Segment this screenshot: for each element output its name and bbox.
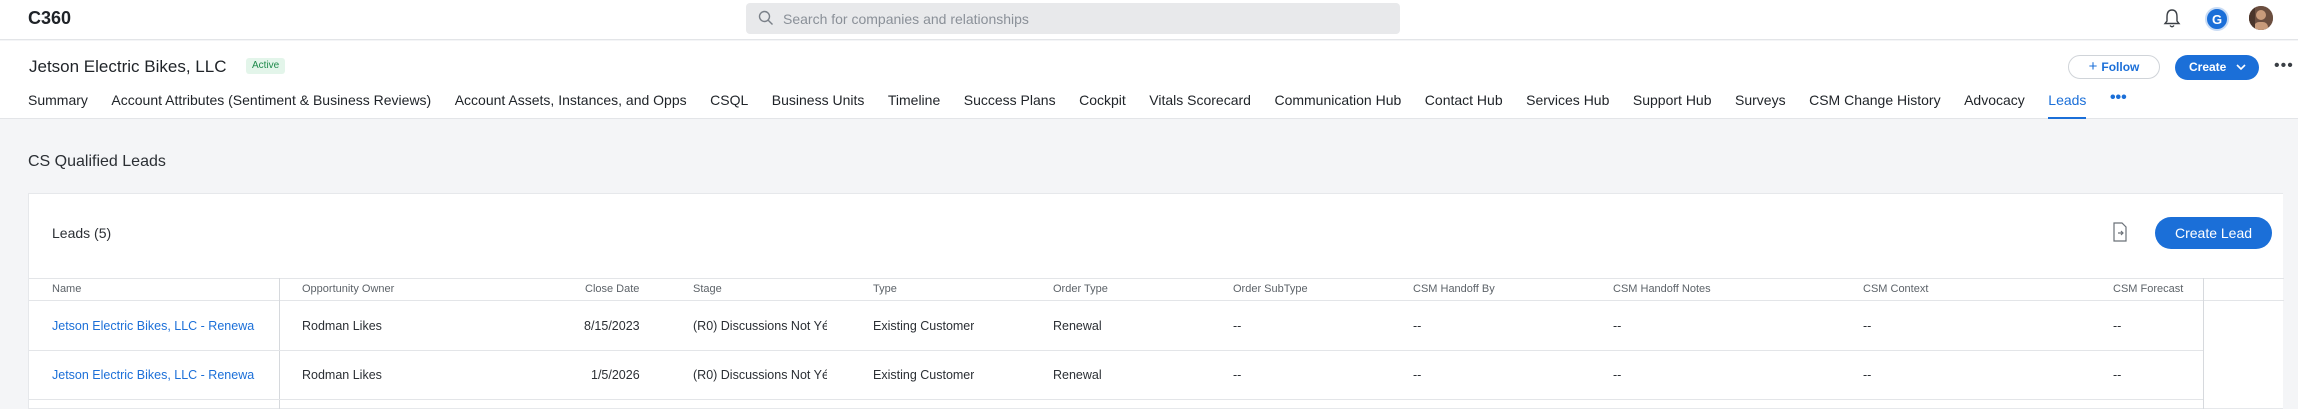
top-bar: C360 Search for companies and relationsh…	[0, 0, 2298, 40]
tab-services-hub[interactable]: Services Hub	[1526, 91, 1609, 119]
cell-forecast: --	[2113, 368, 2122, 382]
cell-owner: Rodman Likes	[302, 319, 382, 333]
cell-type: Existing Customer	[873, 368, 975, 382]
col-opportunity-owner[interactable]: Opportunity Owner	[302, 283, 394, 295]
lead-name-link[interactable]: Jetson Electric Bikes, LLC - Renewa	[52, 368, 267, 382]
cell-order-type: Renewal	[1053, 319, 1102, 333]
tab-contact-hub[interactable]: Contact Hub	[1425, 91, 1503, 119]
leads-card: Leads (5) Create Lead Name Opportunity O…	[28, 193, 2284, 409]
col-csm-handoff-by[interactable]: CSM Handoff By	[1413, 283, 1495, 295]
tab-communication-hub[interactable]: Communication Hub	[1274, 91, 1401, 119]
user-avatar-photo[interactable]	[2249, 6, 2273, 30]
more-tabs-icon[interactable]: •••	[2110, 90, 2127, 119]
cell-stage: (R0) Discussions Not Yé	[693, 319, 827, 333]
col-name[interactable]: Name	[52, 283, 81, 295]
app-title[interactable]: C360	[28, 8, 71, 29]
status-badge: Active	[246, 58, 286, 74]
col-type[interactable]: Type	[873, 283, 897, 295]
follow-label: Follow	[2101, 60, 2140, 74]
table-header: Name Opportunity Owner Close Date Stage …	[29, 278, 2284, 301]
export-icon[interactable]	[2112, 222, 2128, 242]
more-icon[interactable]: •••	[2274, 57, 2294, 75]
create-label: Create	[2189, 60, 2227, 74]
cell-context: --	[1863, 368, 1872, 382]
col-close-date[interactable]: Close Date	[585, 283, 639, 295]
col-order-subtype[interactable]: Order SubType	[1233, 283, 1308, 295]
search-icon	[758, 10, 773, 25]
lead-name-link[interactable]: Jetson Electric Bikes, LLC - Renewa	[52, 319, 267, 333]
section-title: CS Qualified Leads	[28, 153, 166, 170]
col-csm-context[interactable]: CSM Context	[1863, 283, 1928, 295]
tab-csql[interactable]: CSQL	[710, 91, 748, 119]
follow-button[interactable]: + Follow	[2068, 55, 2160, 79]
company-header: Jetson Electric Bikes, LLC Active + Follo…	[0, 41, 2298, 119]
cell-close-date: 1/5/2026	[591, 368, 640, 382]
bell-icon[interactable]	[2163, 8, 2181, 30]
table-row: Jetson Electric Bikes, LLC - Renewa Rodm…	[29, 351, 2203, 400]
col-csm-forecast[interactable]: CSM Forecast	[2113, 283, 2183, 295]
tab-business-units[interactable]: Business Units	[772, 91, 865, 119]
tab-timeline[interactable]: Timeline	[888, 91, 940, 119]
tab-success-plans[interactable]: Success Plans	[964, 91, 1056, 119]
col-csm-handoff-notes[interactable]: CSM Handoff Notes	[1613, 283, 1711, 295]
cell-handoff-by: --	[1413, 319, 1422, 333]
tab-account-attributes[interactable]: Account Attributes (Sentiment & Business…	[111, 91, 431, 119]
table-right-divider	[2203, 278, 2204, 409]
leads-title: Leads (5)	[52, 225, 112, 241]
cell-close-date: 8/15/2023	[584, 319, 640, 333]
tab-vitals-scorecard[interactable]: Vitals Scorecard	[1149, 91, 1251, 119]
cell-context: --	[1863, 319, 1872, 333]
tab-cockpit[interactable]: Cockpit	[1079, 91, 1126, 119]
cell-order-subtype: --	[1233, 319, 1242, 333]
plus-icon: +	[2088, 58, 2098, 75]
chevron-down-icon	[2236, 64, 2246, 71]
search-placeholder: Search for companies and relationships	[783, 11, 1029, 27]
table-row: Jetson Electric Bikes, LLC - Renewa Rodm…	[29, 302, 2203, 351]
cell-handoff-notes: --	[1613, 368, 1622, 382]
col-stage[interactable]: Stage	[693, 283, 722, 295]
user-avatar-g[interactable]: G	[2205, 7, 2229, 31]
tab-leads[interactable]: Leads	[2048, 91, 2087, 119]
create-lead-button[interactable]: Create Lead	[2155, 217, 2272, 249]
cell-stage: (R0) Discussions Not Yé	[693, 368, 827, 382]
cell-type: Existing Customer	[873, 319, 975, 333]
tab-bar: Summary Account Attributes (Sentiment & …	[28, 90, 2150, 119]
tab-surveys[interactable]: Surveys	[1735, 91, 1786, 119]
tab-support-hub[interactable]: Support Hub	[1633, 91, 1712, 119]
tab-csm-change-history[interactable]: CSM Change History	[1809, 91, 1941, 119]
cell-owner: Rodman Likes	[302, 368, 382, 382]
create-button[interactable]: Create	[2175, 55, 2259, 80]
tab-account-assets[interactable]: Account Assets, Instances, and Opps	[455, 91, 687, 119]
tab-advocacy[interactable]: Advocacy	[1964, 91, 2025, 119]
search-input[interactable]: Search for companies and relationships	[746, 3, 1400, 34]
cell-handoff-by: --	[1413, 368, 1422, 382]
tab-summary[interactable]: Summary	[28, 91, 88, 119]
cell-order-type: Renewal	[1053, 368, 1102, 382]
cell-order-subtype: --	[1233, 368, 1242, 382]
cell-handoff-notes: --	[1613, 319, 1622, 333]
col-order-type[interactable]: Order Type	[1053, 283, 1108, 295]
cell-forecast: --	[2113, 319, 2122, 333]
company-name: Jetson Electric Bikes, LLC	[29, 57, 227, 76]
